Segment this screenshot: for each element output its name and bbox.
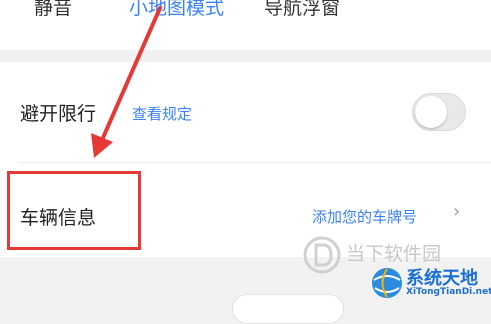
watermark-xitong: 系统天地 XiTongTianDi.net bbox=[370, 264, 491, 302]
watermark-d-logo-icon bbox=[303, 236, 341, 274]
watermark-site-text: 当下软件园 bbox=[346, 243, 442, 265]
watermark-url-text: XiTongTianDi.net bbox=[406, 287, 491, 297]
watermark-globe-icon bbox=[372, 268, 402, 298]
